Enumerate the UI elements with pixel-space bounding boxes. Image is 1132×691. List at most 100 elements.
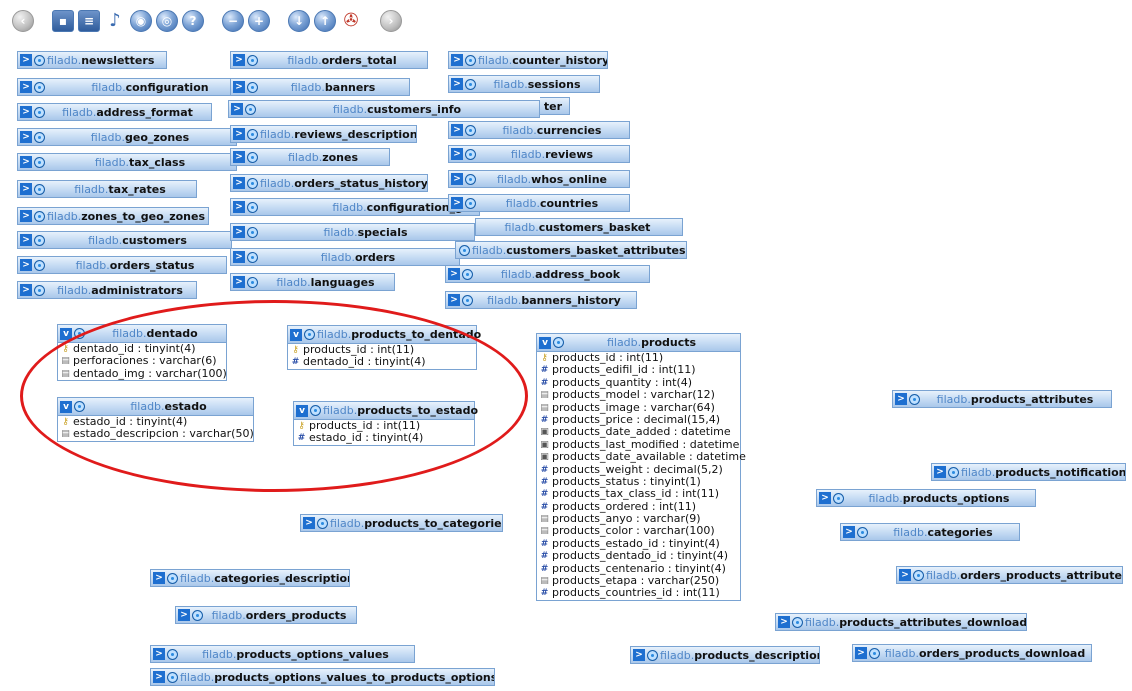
expand-toggle-icon[interactable]: >	[233, 177, 245, 189]
zoom-in-icon[interactable]: +	[248, 10, 270, 32]
expand-toggle-icon[interactable]: >	[20, 210, 32, 222]
column-row[interactable]: ▤ products_model : varchar(12)	[537, 388, 740, 401]
table-products-to-categories[interactable]: > filadb.products_to_categories	[300, 514, 503, 532]
back-icon[interactable]: ‹	[12, 10, 34, 32]
pdf-icon[interactable]: ✇	[340, 10, 362, 32]
table-products[interactable]: v filadb.products ⚷ products_id : int(11)…	[536, 333, 746, 601]
table-counter-history[interactable]: > filadb.counter_history	[448, 51, 608, 69]
expand-toggle-icon[interactable]: >	[20, 259, 32, 271]
expand-toggle-icon[interactable]: >	[843, 526, 855, 538]
column-row[interactable]: # products_countries_id : int(11)	[537, 587, 740, 600]
table-customers-info[interactable]: > filadb.customers_info	[228, 100, 540, 118]
expand-toggle-icon[interactable]: >	[20, 81, 32, 93]
expand-toggle-icon[interactable]: >	[451, 173, 463, 185]
expand-toggle-icon[interactable]: >	[153, 648, 165, 660]
expand-toggle-icon[interactable]: >	[233, 226, 245, 238]
expand-toggle-icon[interactable]: >	[233, 276, 245, 288]
expand-toggle-icon[interactable]: >	[633, 649, 645, 661]
expand-toggle-icon[interactable]: >	[855, 647, 867, 659]
table-zones-to-geo-zones[interactable]: > filadb.zones_to_geo_zones	[17, 207, 209, 225]
expand-toggle-icon[interactable]: >	[819, 492, 831, 504]
column-row[interactable]: # products_edifil_id : int(11)	[537, 363, 740, 376]
table-sessions[interactable]: > filadb.sessions	[448, 75, 600, 93]
table-currencies[interactable]: > filadb.currencies	[448, 121, 630, 139]
table-tax-rates[interactable]: > filadb.tax_rates	[17, 180, 197, 198]
expand-toggle-icon[interactable]: >	[451, 78, 463, 90]
column-row[interactable]: ▤ perforaciones : varchar(6)	[58, 354, 226, 367]
table-header[interactable]: v filadb.products_to_estado	[294, 402, 478, 420]
table-orders[interactable]: > filadb.orders	[230, 248, 460, 266]
table-address-format[interactable]: > filadb.address_format	[17, 103, 212, 121]
expand-toggle-icon[interactable]: >	[448, 294, 460, 306]
table-customers-basket-attributes[interactable]: filadb.customers_basket_attributes	[455, 241, 687, 259]
column-row[interactable]: ▣ products_date_added : datetime	[537, 425, 740, 438]
table-products-description[interactable]: > filadb.products_description	[630, 646, 820, 664]
table-products-options[interactable]: > filadb.products_options	[816, 489, 1036, 507]
table-reviews-description[interactable]: > filadb.reviews_description	[230, 125, 417, 143]
table-products-options-values-to-products-options[interactable]: > filadb.products_options_values_to_prod…	[150, 668, 495, 686]
expand-toggle-icon[interactable]: >	[451, 124, 463, 136]
column-row[interactable]: ▤ estado_descripcion : varchar(50)	[58, 427, 254, 440]
table-products-attributes-download[interactable]: > filadb.products_attributes_download	[775, 613, 1027, 631]
expand-toggle-icon[interactable]: >	[233, 201, 245, 213]
table-categories-description[interactable]: > filadb.categories_description	[150, 569, 350, 587]
expand-toggle-icon[interactable]: >	[451, 197, 463, 209]
expand-toggle-icon[interactable]: >	[20, 54, 32, 66]
table-products-to-estado[interactable]: v filadb.products_to_estado ⚷ products_id…	[293, 401, 478, 446]
expand-toggle-icon[interactable]: >	[451, 148, 463, 160]
upload-icon[interactable]: ↑	[314, 10, 336, 32]
table-orders-status-history[interactable]: > filadb.orders_status_history	[230, 174, 428, 192]
expand-toggle-icon[interactable]: >	[895, 393, 907, 405]
column-row[interactable]: # products_tax_class_id : int(11)	[537, 487, 740, 500]
save-icon[interactable]: ▪	[52, 10, 74, 32]
expand-toggle-icon[interactable]: >	[153, 671, 165, 683]
expand-toggle-icon[interactable]: >	[20, 284, 32, 296]
collapse-toggle-icon[interactable]: v	[60, 327, 72, 340]
collapse-toggle-icon[interactable]: v	[539, 336, 551, 349]
table-customers[interactable]: > filadb.customers	[17, 231, 232, 249]
table-newsletters[interactable]: > filadb.newsletters	[17, 51, 167, 69]
expand-toggle-icon[interactable]: >	[233, 128, 245, 140]
column-row[interactable]: ▤ dentado_img : varchar(100)	[58, 367, 227, 380]
expand-toggle-icon[interactable]: >	[20, 234, 32, 246]
expand-toggle-icon[interactable]: >	[448, 268, 460, 280]
expand-toggle-icon[interactable]: >	[303, 517, 315, 529]
collapse-toggle-icon[interactable]: v	[60, 400, 72, 413]
expand-toggle-icon[interactable]: >	[233, 251, 245, 263]
table-tax-class[interactable]: > filadb.tax_class	[17, 153, 237, 171]
expand-toggle-icon[interactable]: >	[934, 466, 946, 478]
table-configuration[interactable]: > filadb.configuration	[17, 78, 257, 96]
expand-toggle-icon[interactable]: >	[451, 54, 463, 66]
table-geo-zones[interactable]: > filadb.geo_zones	[17, 128, 237, 146]
table-header[interactable]: v filadb.products	[537, 334, 740, 352]
column-row[interactable]: # products_dentado_id : tinyint(4)	[537, 549, 740, 562]
table-products-to-dentado[interactable]: v filadb.products_to_dentado ⚷ products_i…	[287, 325, 481, 370]
table-estado[interactable]: v filadb.estado ⚷ estado_id : tinyint(4) ▤…	[57, 397, 254, 442]
table-languages[interactable]: > filadb.languages	[230, 273, 395, 291]
table-header[interactable]: v filadb.dentado	[58, 325, 226, 343]
table-banners-history[interactable]: > filadb.banners_history	[445, 291, 637, 309]
table-products-options-values[interactable]: > filadb.products_options_values	[150, 645, 415, 663]
table-products-notifications[interactable]: > filadb.products_notifications	[931, 463, 1126, 481]
zoom-out-icon[interactable]: −	[222, 10, 244, 32]
table-orders-products[interactable]: > filadb.orders_products	[175, 606, 357, 624]
expand-toggle-icon[interactable]: >	[178, 609, 190, 621]
relation-icon[interactable]: ♪	[104, 10, 126, 32]
column-row[interactable]: # dentado_id : tinyint(4)	[288, 355, 476, 368]
expand-toggle-icon[interactable]: >	[778, 616, 790, 628]
expand-toggle-icon[interactable]: >	[20, 183, 32, 195]
table-orders-products-attributes[interactable]: > filadb.orders_products_attributes	[896, 566, 1123, 584]
table-products-attributes[interactable]: > filadb.products_attributes	[892, 390, 1112, 408]
expand-toggle-icon[interactable]: >	[153, 572, 165, 584]
circle-icon-2[interactable]: ◎	[156, 10, 178, 32]
expand-toggle-icon[interactable]: >	[899, 569, 911, 581]
table-orders-status[interactable]: > filadb.orders_status	[17, 256, 227, 274]
table-administrators[interactable]: > filadb.administrators	[17, 281, 197, 299]
table-customers-basket[interactable]: filadb.customers_basket	[475, 218, 683, 236]
table-orders-total[interactable]: > filadb.orders_total	[230, 51, 428, 69]
expand-toggle-icon[interactable]: >	[231, 103, 243, 115]
table-reviews[interactable]: > filadb.reviews	[448, 145, 630, 163]
expand-toggle-icon[interactable]: >	[20, 106, 32, 118]
table-specials[interactable]: > filadb.specials	[230, 223, 475, 241]
forward-icon[interactable]: ›	[380, 10, 402, 32]
